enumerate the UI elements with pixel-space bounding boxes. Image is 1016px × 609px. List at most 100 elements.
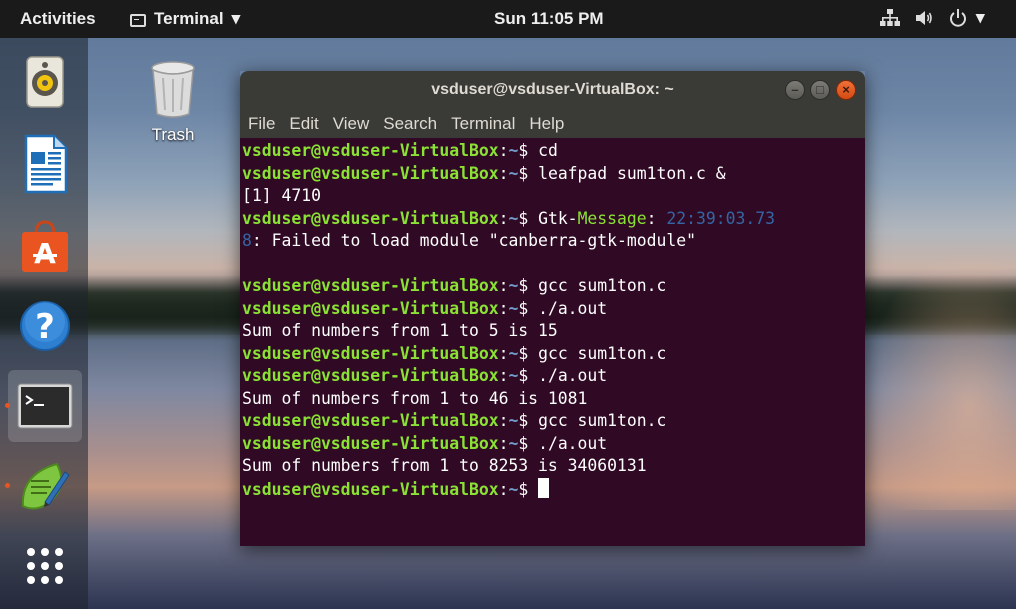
output-text: Sum of numbers from 1 to 5 is 15 [242,321,558,340]
terminal-output[interactable]: vsduser@vsduser-VirtualBox:~$ cd vsduser@… [240,138,865,546]
maximize-button[interactable]: □ [810,80,830,100]
volume-icon[interactable] [914,8,934,28]
command-text: cd [538,141,558,160]
dock-item-leafpad[interactable] [5,450,82,522]
shopping-bag-icon: A [22,220,68,272]
prompt-user: vsduser@vsduser-VirtualBox [242,298,499,318]
command-text: gcc sum1ton.c [538,411,667,430]
prompt-path: ~ [508,479,519,499]
prompt-user: vsduser@vsduser-VirtualBox [242,433,499,453]
message-time: 8 [242,231,252,250]
message-key: Message [577,208,647,228]
dock-item-ubuntu-software[interactable]: A [8,210,82,282]
command-text: leafpad sum1ton.c & [538,163,726,183]
prompt-path: ~ [508,433,519,453]
terminal-line: vsduser@vsduser-VirtualBox:~$ ./a.out [242,298,865,321]
prompt-symbol: $ [518,163,539,183]
output-text: : Failed to load module "canberra-gtk-mo… [251,231,696,250]
menu-file[interactable]: File [248,114,275,134]
terminal-app-icon [130,13,146,27]
message-colon: : [646,208,667,228]
prompt-symbol: $ [518,433,539,453]
command-text: ./a.out [538,366,608,385]
activities-button[interactable]: Activities [20,9,96,29]
command-text: gcc sum1ton.c [538,343,667,363]
menu-view[interactable]: View [333,114,370,134]
terminal-menubar: File Edit View Search Terminal Help [240,109,865,138]
terminal-line: vsduser@vsduser-VirtualBox:~$ ./a.out [242,433,865,456]
desktop-trash[interactable]: Trash [128,60,218,145]
command-text: ./a.out [538,433,608,453]
show-applications-button[interactable] [8,530,82,602]
running-indicator [5,483,10,488]
chevron-down-icon: ▾ [976,8,985,27]
menu-search[interactable]: Search [383,114,437,134]
minimize-icon: – [791,82,799,97]
dock-item-terminal[interactable] [5,370,82,442]
close-button[interactable]: × [836,80,856,100]
prompt-separator: : [498,411,509,430]
prompt-separator: : [498,208,509,228]
message-prefix: Gtk- [538,208,578,228]
prompt-symbol: $ [518,343,539,363]
prompt-path: ~ [508,208,519,228]
command-text: gcc sum1ton.c [538,276,667,295]
prompt-user: vsduser@vsduser-VirtualBox [242,141,499,160]
system-tray[interactable]: ▾ [880,8,985,28]
top-bar: Activities Terminal ▾ Sun 11:05 PM ▾ [0,0,1016,38]
terminal-line: [1] 4710 [242,185,865,208]
prompt-separator: : [498,141,509,160]
close-icon: × [842,82,850,97]
dock-item-rhythmbox[interactable] [8,46,82,118]
dock-item-writer[interactable] [8,128,82,200]
output-text: Sum of numbers from 1 to 8253 is 3406013… [242,456,647,475]
svg-text:?: ? [35,307,55,347]
prompt-symbol: $ [518,366,539,385]
menu-edit[interactable]: Edit [289,114,318,134]
notepad-icon [21,462,70,510]
terminal-line: Sum of numbers from 1 to 46 is 1081 [242,388,865,411]
prompt-user: vsduser@vsduser-VirtualBox [242,276,499,295]
prompt-separator: : [498,276,509,295]
prompt-path: ~ [508,298,519,318]
prompt-path: ~ [508,163,519,183]
terminal-line: vsduser@vsduser-VirtualBox:~$ [242,477,865,501]
window-title: vsduser@vsduser-VirtualBox: ~ [431,81,674,98]
terminal-line: vsduser@vsduser-VirtualBox:~$ leafpad su… [242,163,865,186]
output-text: Sum of numbers from 1 to 46 is 1081 [242,388,588,408]
menu-help[interactable]: Help [529,114,564,134]
app-menu[interactable]: Terminal ▾ [130,9,240,29]
output-text: [1] 4710 [242,186,321,205]
prompt-path: ~ [508,276,519,295]
dock-item-help[interactable]: ? [8,290,82,362]
power-icon[interactable] [948,8,968,28]
terminal-line: vsduser@vsduser-VirtualBox:~$ ./a.out [242,365,865,388]
minimize-button[interactable]: – [785,80,805,100]
terminal-titlebar[interactable]: vsduser@vsduser-VirtualBox: ~ – □ × [240,71,865,109]
terminal-line: Sum of numbers from 1 to 5 is 15 [242,320,865,343]
prompt-symbol: $ [518,276,539,295]
prompt-user: vsduser@vsduser-VirtualBox [242,411,499,430]
running-indicator [5,403,10,408]
terminal-line: vsduser@vsduser-VirtualBox:~$ gcc sum1to… [242,275,865,298]
grid-icon [27,548,63,584]
prompt-user: vsduser@vsduser-VirtualBox [242,208,499,228]
prompt-symbol: $ [518,141,539,160]
menu-terminal[interactable]: Terminal [451,114,515,134]
terminal-icon [17,383,73,429]
chevron-down-icon: ▾ [231,9,241,28]
prompt-path: ~ [508,141,519,160]
clock[interactable]: Sun 11:05 PM [494,9,604,29]
help-icon: ? [20,301,70,351]
wallpaper-sunset [860,250,1016,510]
terminal-line: vsduser@vsduser-VirtualBox:~$ gcc sum1to… [242,343,865,366]
prompt-user: vsduser@vsduser-VirtualBox [242,343,499,363]
terminal-window[interactable]: vsduser@vsduser-VirtualBox: ~ – □ × File… [240,71,865,546]
prompt-separator: : [498,366,509,385]
prompt-path: ~ [508,343,519,363]
prompt-symbol: $ [518,208,539,228]
network-icon[interactable] [880,8,900,28]
terminal-line: vsduser@vsduser-VirtualBox:~$ gcc sum1to… [242,410,865,433]
prompt-separator: : [498,343,509,363]
